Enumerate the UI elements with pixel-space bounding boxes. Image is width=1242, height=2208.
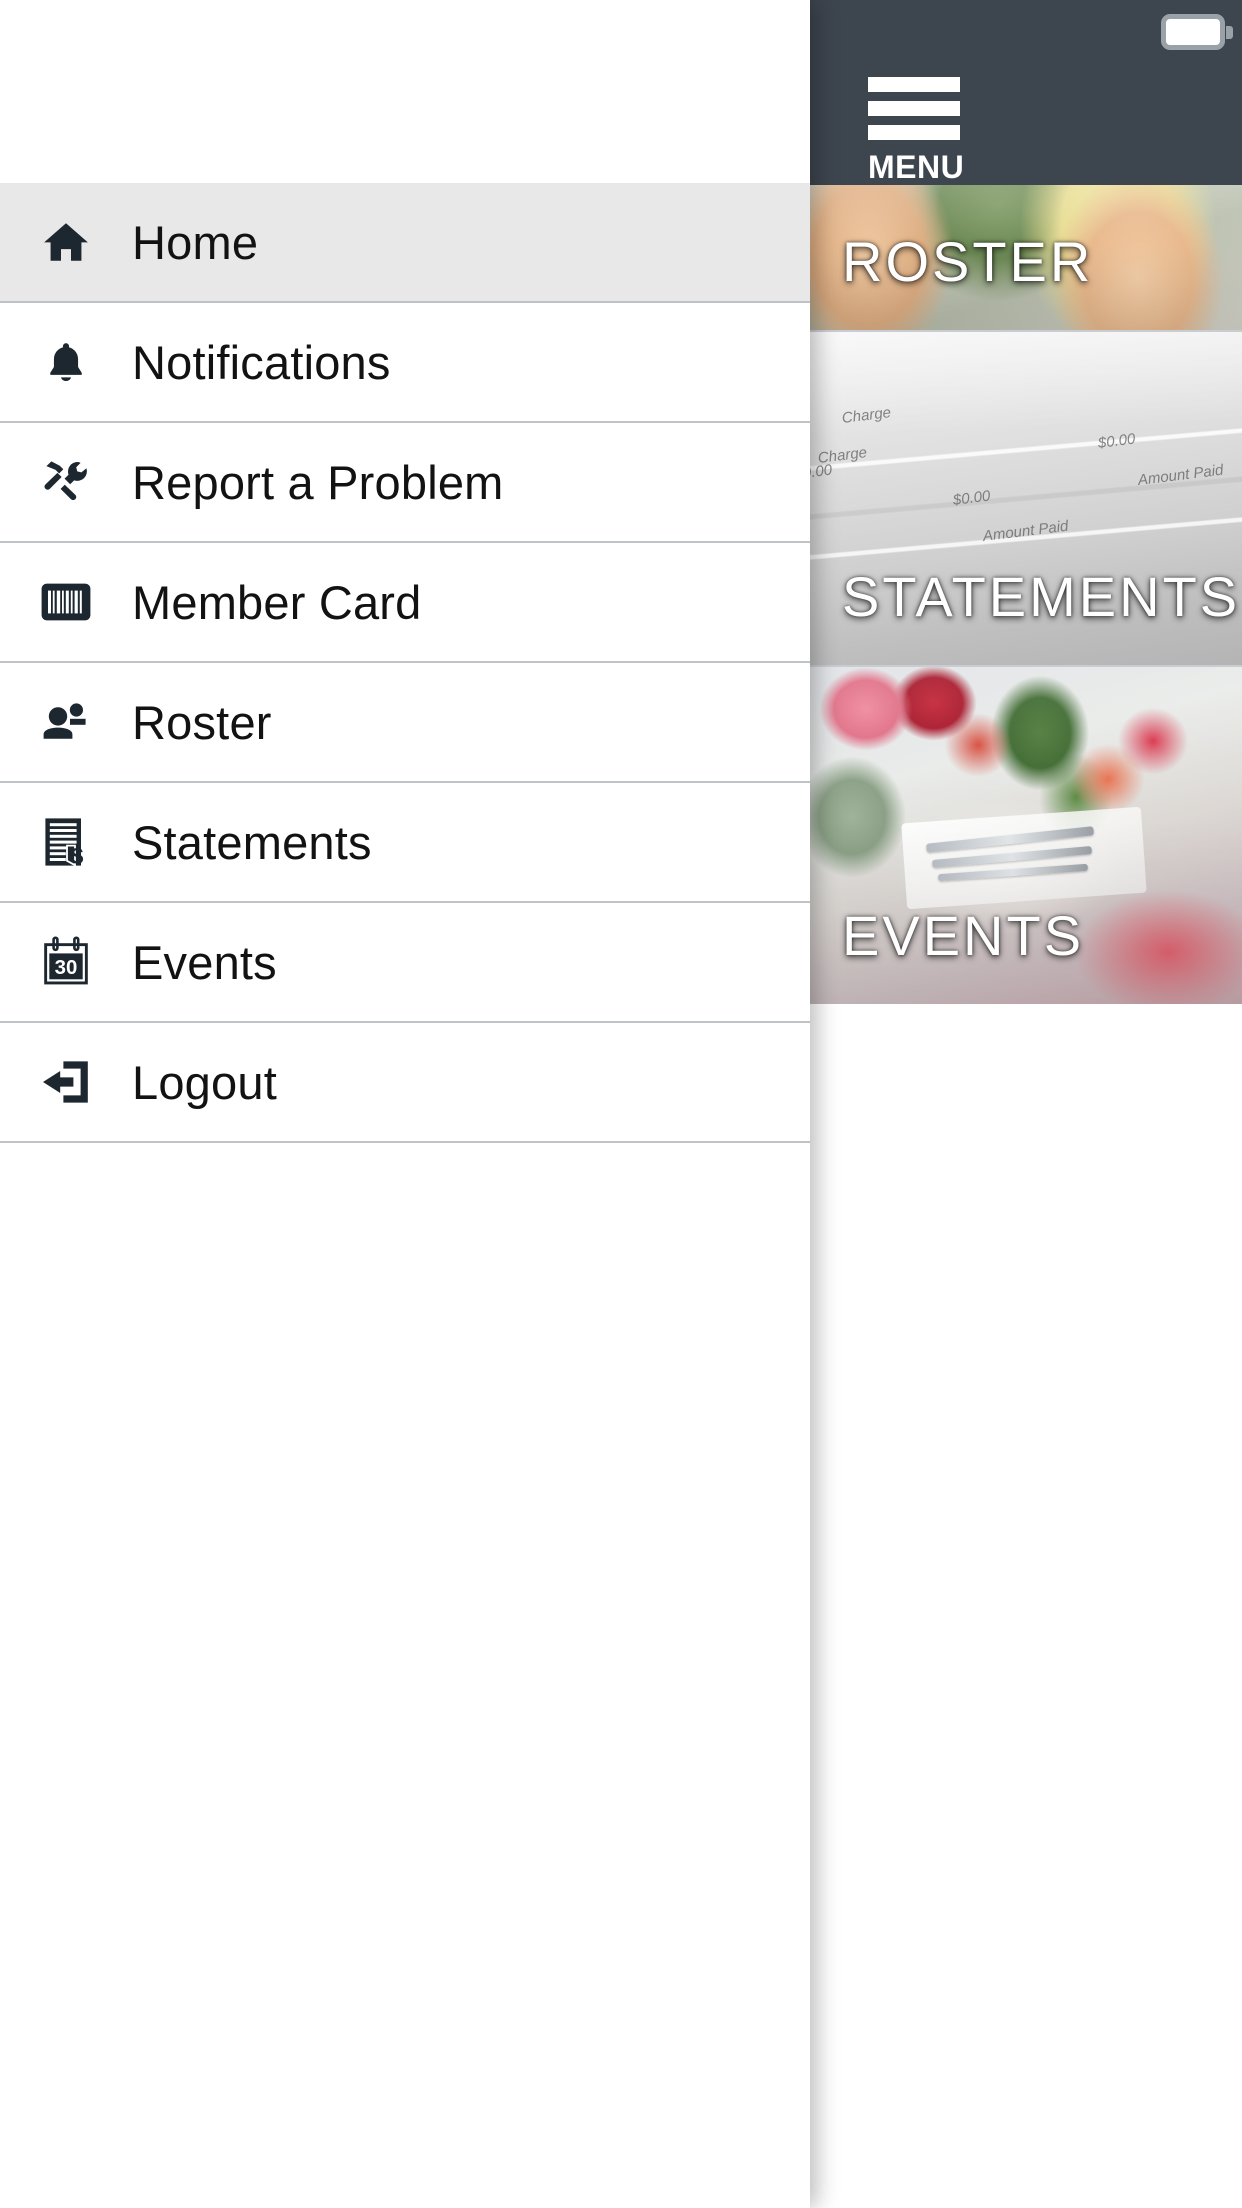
- tile-caption-roster: ROSTER: [842, 230, 1094, 293]
- svg-text:$: $: [71, 843, 84, 868]
- drawer-item-statements[interactable]: $ Statements: [0, 783, 810, 903]
- tile-caption-events: EVENTS: [842, 904, 1085, 967]
- drawer-top-spacer: [0, 0, 810, 183]
- app-content-panel: MENU ROSTER Charge $0.00 Charge Amount P…: [808, 0, 1242, 2208]
- tile-events[interactable]: EVENTS: [808, 667, 1242, 1004]
- tile-statements[interactable]: Charge $0.00 Charge Amount Paid $0.00 0.…: [808, 332, 1242, 667]
- app-screen: MENU ROSTER Charge $0.00 Charge Amount P…: [0, 0, 1242, 2208]
- people-icon: [0, 700, 132, 744]
- bell-icon: [0, 337, 132, 387]
- drawer-item-label-statements: Statements: [132, 815, 372, 869]
- drawer-item-roster[interactable]: Roster: [0, 663, 810, 783]
- navigation-drawer: Home Notifications Report a Problem Memb…: [0, 0, 810, 2208]
- battery-full-icon: [1161, 14, 1233, 50]
- app-empty-area: [808, 1004, 1242, 2208]
- drawer-item-events[interactable]: 30 Events: [0, 903, 810, 1023]
- document-dollar-icon: $: [0, 816, 132, 868]
- hamburger-icon-bar-1: [868, 77, 960, 92]
- exit-icon: [0, 1059, 132, 1105]
- tile-caption-statements: STATEMENTS: [842, 565, 1241, 628]
- calendar-day-number: 30: [55, 957, 78, 979]
- menu-button[interactable]: MENU: [868, 77, 964, 185]
- calendar-30-icon: 30: [0, 936, 132, 988]
- barcode-icon: [0, 582, 132, 622]
- drawer-item-member-card[interactable]: Member Card: [0, 543, 810, 663]
- battery-shell: [1161, 14, 1225, 50]
- drawer-item-label-notifications: Notifications: [132, 335, 391, 389]
- tools-icon: [0, 457, 132, 507]
- tile-roster[interactable]: ROSTER: [808, 185, 1242, 332]
- menu-button-label: MENU: [868, 149, 965, 185]
- drawer-item-logout[interactable]: Logout: [0, 1023, 810, 1143]
- hamburger-icon-bar-3: [868, 125, 960, 140]
- drawer-item-home[interactable]: Home: [0, 183, 810, 303]
- drawer-item-label-member-card: Member Card: [132, 575, 422, 629]
- drawer-empty-area: [0, 1143, 810, 2208]
- drawer-item-label-logout: Logout: [132, 1055, 277, 1109]
- drawer-item-report-a-problem[interactable]: Report a Problem: [0, 423, 810, 543]
- drawer-item-label-roster: Roster: [132, 695, 272, 749]
- battery-nub: [1226, 26, 1233, 39]
- home-icon: [0, 217, 132, 267]
- drawer-item-label-events: Events: [132, 935, 277, 989]
- hamburger-icon-bar-2: [868, 101, 960, 116]
- drawer-item-label-home: Home: [132, 215, 259, 269]
- drawer-item-label-report-a-problem: Report a Problem: [132, 455, 504, 509]
- app-header: MENU: [808, 0, 1242, 185]
- drawer-item-notifications[interactable]: Notifications: [0, 303, 810, 423]
